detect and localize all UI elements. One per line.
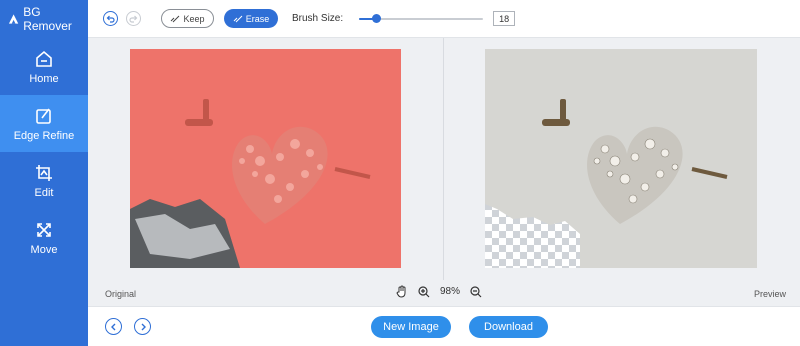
zoom-level: 98%: [440, 286, 461, 297]
status-bar: Original 98% Preview: [88, 280, 800, 306]
edit-square-icon: [36, 108, 51, 124]
brush-size-value[interactable]: 18: [493, 11, 516, 26]
previous-button[interactable]: [105, 318, 122, 335]
zoom-out-icon[interactable]: [470, 285, 482, 298]
sidebar: BG Remover Home Edge Refine Edit Move: [0, 0, 88, 346]
hand-tool-icon[interactable]: [396, 285, 408, 298]
brush-size-label: Brush Size:: [292, 13, 344, 24]
keep-label: Keep: [183, 13, 205, 24]
original-image[interactable]: [130, 49, 401, 268]
sidebar-item-label: Home: [29, 72, 59, 85]
logo-icon: [8, 14, 19, 24]
keep-brush-icon: [171, 15, 180, 22]
sidebar-item-move[interactable]: Move: [0, 209, 88, 266]
redo-icon: [129, 15, 138, 23]
erase-button[interactable]: Erase: [224, 9, 278, 28]
original-label: Original: [105, 289, 137, 299]
sidebar-item-edit[interactable]: Edit: [0, 152, 88, 209]
undo-icon: [106, 15, 115, 23]
keep-button[interactable]: Keep: [161, 9, 214, 28]
sidebar-item-home[interactable]: Home: [0, 38, 88, 95]
brush-size-slider[interactable]: [359, 12, 484, 26]
preview-label: Preview: [754, 289, 787, 299]
app-brand: BG Remover: [0, 0, 88, 38]
move-arrows-icon: [37, 222, 51, 237]
redo-button[interactable]: [126, 11, 141, 26]
home-icon: [36, 50, 52, 67]
sidebar-item-label: Edit: [34, 186, 54, 199]
chevron-right-icon: [141, 323, 146, 330]
canvas-area: [88, 38, 800, 280]
zoom-in-icon[interactable]: [418, 285, 430, 298]
download-button[interactable]: Download: [469, 316, 548, 338]
zoom-controls: 98%: [396, 285, 482, 298]
view-divider: [443, 38, 444, 280]
toolbar: Keep Erase Brush Size: 18: [88, 0, 800, 38]
preview-image[interactable]: [485, 49, 757, 268]
app-title: BG Remover: [23, 5, 72, 33]
sidebar-item-label: Edge Refine: [13, 129, 75, 142]
erase-brush-icon: [233, 15, 243, 22]
erase-label: Erase: [245, 13, 270, 24]
image-crop-icon: [36, 164, 52, 181]
undo-button[interactable]: [103, 11, 118, 26]
slider-knob[interactable]: [372, 13, 382, 23]
sidebar-item-edge-refine[interactable]: Edge Refine: [0, 95, 88, 152]
bottom-bar: New Image Download: [88, 306, 800, 346]
chevron-left-icon: [110, 323, 115, 330]
next-button[interactable]: [134, 318, 151, 335]
new-image-button[interactable]: New Image: [371, 316, 451, 338]
sidebar-item-label: Move: [30, 243, 58, 256]
